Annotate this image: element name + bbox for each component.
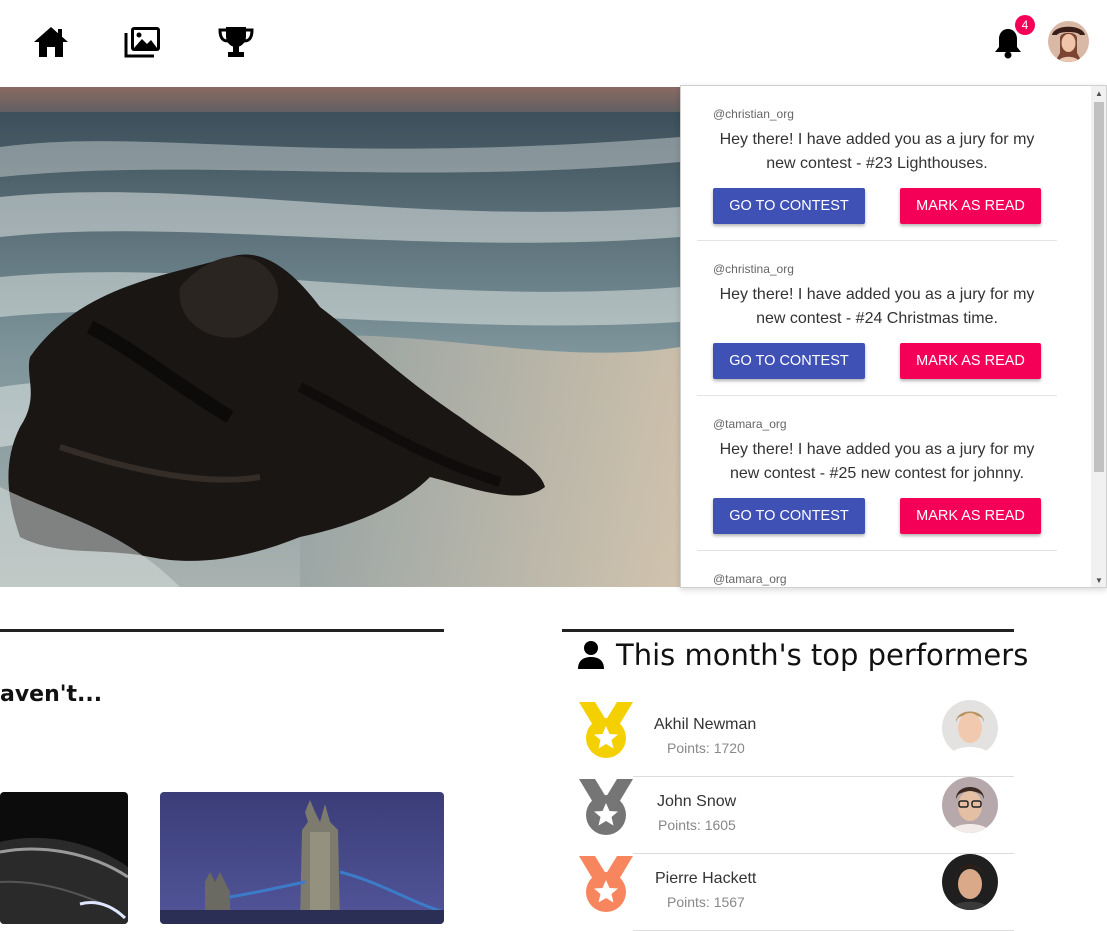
scroll-down-icon[interactable]: ▼	[1091, 574, 1106, 587]
notification-sender: @christina_org	[713, 262, 794, 276]
mark-as-read-button[interactable]: MARK AS READ	[900, 343, 1041, 379]
user-avatar[interactable]	[1048, 21, 1089, 62]
performer-avatar[interactable]	[942, 777, 998, 833]
notification-sender: @tamara_org	[713, 572, 787, 586]
performer-row[interactable]: Pierre Hackett Points: 1567	[577, 854, 1014, 931]
performer-name: John Snow	[657, 793, 737, 810]
go-to-contest-button[interactable]: GO TO CONTEST	[713, 498, 865, 534]
performer-points: Points: 1567	[667, 894, 745, 910]
gold-medal-icon	[579, 702, 633, 758]
notification-item: @tamara_org	[697, 551, 1057, 587]
notification-list: @christian_org Hey there! I have added y…	[697, 86, 1057, 587]
top-performers-title: This month's top performers	[616, 638, 1029, 672]
hero-image	[0, 87, 680, 587]
notification-sender: @tamara_org	[713, 417, 787, 431]
bronze-medal-icon	[579, 856, 633, 912]
notification-item: @christina_org Hey there! I have added y…	[697, 241, 1057, 396]
notification-item: @tamara_org Hey there! I have added you …	[697, 396, 1057, 551]
performer-avatar[interactable]	[942, 700, 998, 756]
mark-as-read-button[interactable]: MARK AS READ	[900, 498, 1041, 534]
performer-row[interactable]: Akhil Newman Points: 1720	[577, 700, 1014, 777]
scrollbar-thumb[interactable]	[1094, 102, 1104, 472]
trophy-icon[interactable]	[217, 24, 255, 60]
performer-name: Pierre Hackett	[655, 870, 757, 887]
section-divider	[0, 629, 444, 632]
performer-row[interactable]: John Snow Points: 1605	[577, 777, 1014, 854]
performer-points: Points: 1720	[667, 740, 745, 756]
notification-count-badge: 4	[1015, 15, 1035, 35]
notification-sender: @christian_org	[713, 107, 794, 121]
notification-message: Hey there! I have added you as a jury fo…	[719, 441, 1035, 482]
performer-points: Points: 1605	[658, 817, 736, 833]
mark-as-read-button[interactable]: MARK AS READ	[900, 188, 1041, 224]
silver-medal-icon	[579, 779, 633, 835]
section-divider	[562, 629, 1014, 632]
performer-name: Akhil Newman	[654, 716, 757, 733]
contest-card-tower-bridge[interactable]	[160, 792, 444, 924]
performer-avatar[interactable]	[942, 854, 998, 910]
go-to-contest-button[interactable]: GO TO CONTEST	[713, 188, 865, 224]
scroll-up-icon[interactable]: ▲	[1091, 87, 1106, 101]
person-icon	[578, 641, 604, 669]
section-title: aven't...	[0, 682, 103, 707]
notifications-dropdown[interactable]: @christian_org Hey there! I have added y…	[680, 85, 1107, 588]
notification-item: @christian_org Hey there! I have added y…	[697, 86, 1057, 241]
notifications-scrollbar[interactable]: ▲ ▼	[1091, 86, 1106, 587]
notification-message: Hey there! I have added you as a jury fo…	[719, 131, 1035, 172]
gallery-icon[interactable]	[124, 24, 162, 60]
contest-card-car[interactable]	[0, 792, 128, 924]
top-navigation-bar: 4	[0, 0, 1107, 84]
notification-message: Hey there! I have added you as a jury fo…	[719, 286, 1035, 327]
go-to-contest-button[interactable]: GO TO CONTEST	[713, 343, 865, 379]
home-icon[interactable]	[32, 24, 70, 60]
